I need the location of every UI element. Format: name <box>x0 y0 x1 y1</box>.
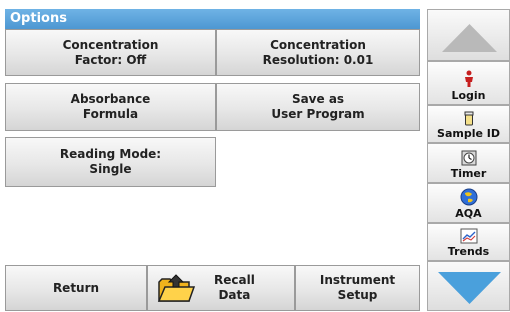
concentration-resolution-label: Concentration Resolution: 0.01 <box>262 37 374 67</box>
concentration-factor-label: Concentration Factor: Off <box>62 37 159 67</box>
folder-upload-icon <box>156 273 196 303</box>
person-icon <box>464 70 473 87</box>
login-button[interactable]: Login <box>427 61 510 105</box>
concentration-factor-button[interactable]: Concentration Factor: Off <box>5 29 216 76</box>
save-as-user-program-label: Save as User Program <box>271 92 365 121</box>
timer-label: Timer <box>450 167 487 180</box>
instrument-setup-button[interactable]: Instrument Setup <box>295 265 420 311</box>
aqa-button[interactable]: AQA <box>427 183 510 223</box>
trends-button[interactable]: Trends <box>427 223 510 261</box>
arrow-down-icon <box>438 272 501 304</box>
options-screen: Options Concentration Factor: Off Concen… <box>0 0 510 311</box>
trend-chart-icon <box>460 228 477 244</box>
aqa-globe-icon <box>460 188 477 206</box>
sample-id-button[interactable]: Sample ID <box>427 105 510 143</box>
recall-data-button[interactable]: Recall Data <box>147 265 295 311</box>
return-label: Return <box>52 280 100 295</box>
return-button[interactable]: Return <box>5 265 147 311</box>
save-as-user-program-button[interactable]: Save as User Program <box>216 83 420 131</box>
concentration-resolution-button[interactable]: Concentration Resolution: 0.01 <box>216 29 420 76</box>
scroll-up-button[interactable] <box>427 9 510 61</box>
arrow-up-icon <box>442 24 497 52</box>
page-title: Options <box>5 9 420 29</box>
reading-mode-label: Reading Mode: Single <box>59 147 162 176</box>
sample-vial-icon <box>464 111 473 126</box>
absorbance-formula-button[interactable]: Absorbance Formula <box>5 83 216 131</box>
login-label: Login <box>451 89 486 102</box>
trends-label: Trends <box>447 245 490 258</box>
aqa-label: AQA <box>455 207 482 220</box>
instrument-setup-label: Instrument Setup <box>319 273 396 302</box>
recall-data-label: Recall Data <box>214 273 255 302</box>
absorbance-formula-label: Absorbance Formula <box>70 92 151 121</box>
scroll-down-button[interactable] <box>427 261 510 311</box>
sample-id-label: Sample ID <box>437 127 500 140</box>
timer-button[interactable]: Timer <box>427 143 510 183</box>
reading-mode-button[interactable]: Reading Mode: Single <box>5 137 216 187</box>
timer-icon <box>461 150 476 166</box>
